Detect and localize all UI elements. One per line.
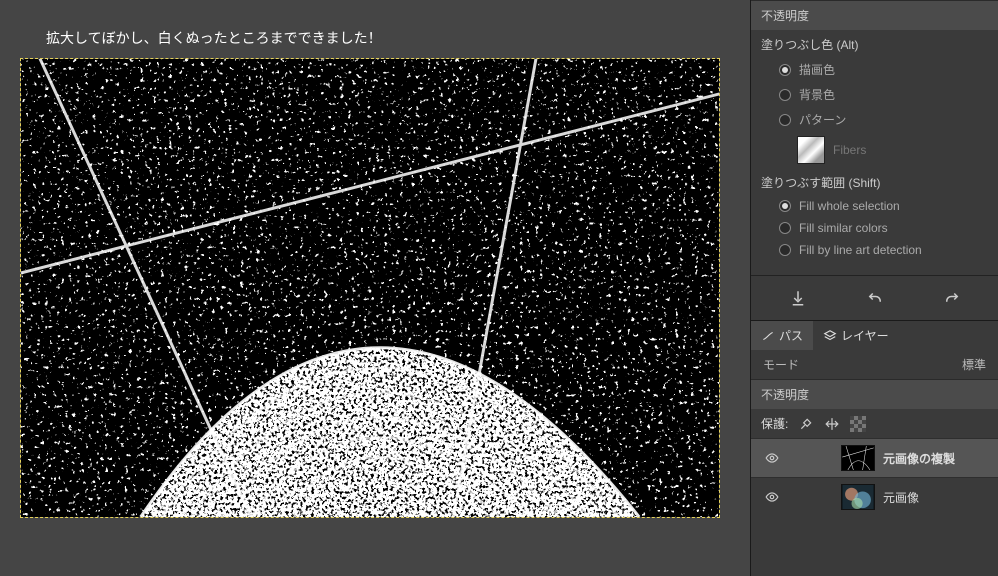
pattern-selector[interactable]: Fibers xyxy=(751,132,998,168)
radio-icon xyxy=(779,200,791,212)
save-icon[interactable] xyxy=(778,286,818,310)
radio-icon xyxy=(779,64,791,76)
layer-name: 元画像の複製 xyxy=(883,450,955,467)
radio-label: Fill whole selection xyxy=(799,199,900,213)
tab-paths[interactable]: パス xyxy=(751,321,813,350)
radio-label: パターン xyxy=(799,111,846,128)
layer-row[interactable]: 元画像の複製 xyxy=(751,438,998,477)
fill-lineart-radio[interactable]: Fill by line art detection xyxy=(751,239,998,261)
fill-whole-radio[interactable]: Fill whole selection xyxy=(751,195,998,217)
lock-brush-icon[interactable] xyxy=(798,416,814,432)
fill-color-pattern-radio[interactable]: パターン xyxy=(751,107,998,132)
canvas-area: 拡大してぼかし、白くぬったところまでできました！ xyxy=(0,0,750,576)
right-dock: 不透明度 塗りつぶし色 (Alt) 描画色 背景色 パターン Fibers 塗り… xyxy=(750,0,998,576)
visibility-toggle[interactable] xyxy=(759,490,785,504)
blend-mode-row[interactable]: モード 標準 xyxy=(751,350,998,379)
dock-actions xyxy=(751,275,998,320)
visibility-toggle[interactable] xyxy=(759,451,785,465)
lock-row: 保護: xyxy=(751,409,998,438)
layer-thumb xyxy=(841,445,875,471)
undo-icon[interactable] xyxy=(855,286,895,310)
fill-color-title: 塗りつぶし色 (Alt) xyxy=(751,30,998,57)
radio-label: Fill by line art detection xyxy=(799,243,922,257)
mode-value: 標準 xyxy=(962,356,986,373)
caption-text: 拡大してぼかし、白くぬったところまでできました！ xyxy=(46,28,382,48)
tab-label: パス xyxy=(779,327,803,344)
layer-name: 元画像 xyxy=(883,489,919,506)
pattern-thumb xyxy=(797,136,825,164)
radio-label: 描画色 xyxy=(799,61,835,78)
layer-thumb xyxy=(841,484,875,510)
opacity-panel-header: 不透明度 xyxy=(751,0,998,30)
fill-color-bg-radio[interactable]: 背景色 xyxy=(751,82,998,107)
canvas-content[interactable] xyxy=(21,59,719,517)
canvas-selection-border xyxy=(20,58,720,518)
radio-icon xyxy=(779,114,791,126)
radio-icon xyxy=(779,244,791,256)
redo-icon[interactable] xyxy=(932,286,972,310)
tab-label: レイヤー xyxy=(841,327,889,344)
radio-icon xyxy=(779,222,791,234)
lock-move-icon[interactable] xyxy=(824,416,840,432)
layer-row[interactable]: 元画像 xyxy=(751,477,998,516)
radio-label: Fill similar colors xyxy=(799,221,888,235)
lock-label: 保護: xyxy=(761,415,788,432)
layer-list: 元画像の複製 元画像 xyxy=(751,438,998,516)
tab-layers[interactable]: レイヤー xyxy=(813,321,899,350)
dock-tabs: パス レイヤー xyxy=(751,320,998,350)
lock-alpha-icon[interactable] xyxy=(850,416,866,432)
radio-icon xyxy=(779,89,791,101)
fill-color-fg-radio[interactable]: 描画色 xyxy=(751,57,998,82)
layer-opacity-header: 不透明度 xyxy=(751,379,998,409)
pattern-name: Fibers xyxy=(833,143,866,157)
radio-label: 背景色 xyxy=(799,86,835,103)
fill-similar-radio[interactable]: Fill similar colors xyxy=(751,217,998,239)
mode-label: モード xyxy=(763,356,799,373)
fill-area-title: 塗りつぶす範囲 (Shift) xyxy=(751,168,998,195)
